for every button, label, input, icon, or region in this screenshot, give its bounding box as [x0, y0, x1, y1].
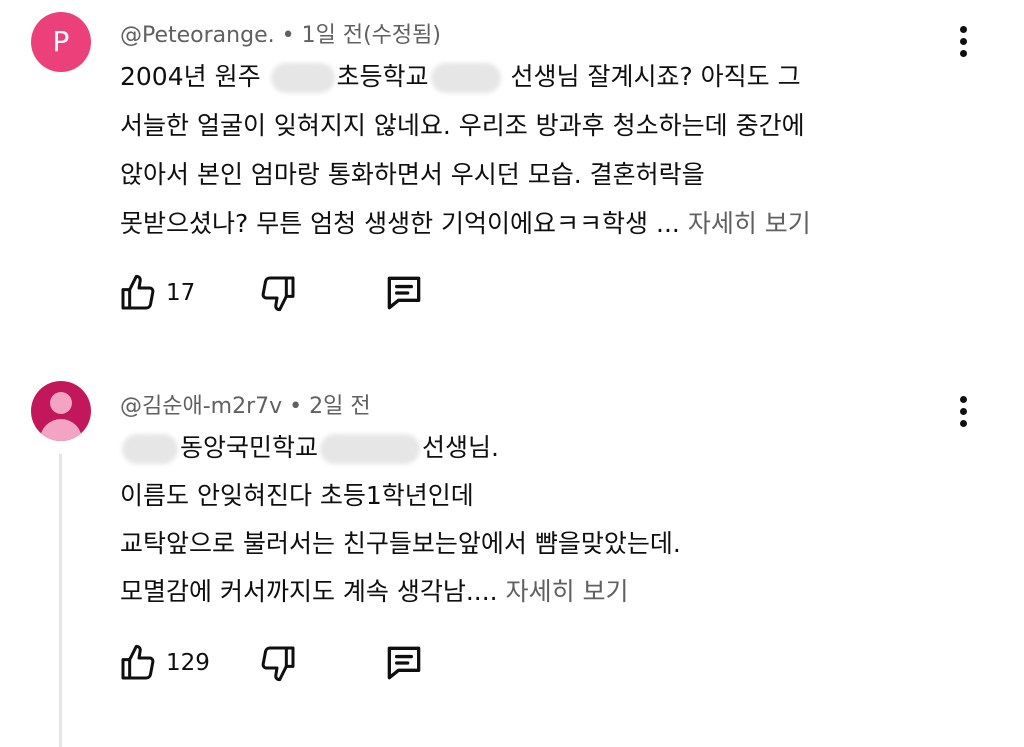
comment-body: 2004년 원주 초등학교 선생님 잘계시죠? 아직도 그 서늘한 얼굴이 잊혀… — [120, 62, 811, 238]
meta-separator: • — [289, 394, 303, 419]
dislike-button[interactable] — [258, 271, 298, 315]
like-count: 17 — [166, 280, 196, 306]
thread-line — [59, 454, 62, 747]
dislike-button[interactable] — [258, 641, 298, 685]
comment-meta: @Peteorange. • 1일 전(수정됨) — [120, 17, 441, 49]
thumbs-down-icon — [261, 276, 295, 312]
comment-body: 동앙국민학교 선생님. 이름도 안잊혀진다 초등1학년인데 교탁앞으로 불러서는 … — [120, 433, 681, 606]
comment-meta: @김순애-m2r7v • 2일 전 — [120, 388, 371, 420]
read-more-link[interactable]: 자세히 보기 — [688, 209, 811, 238]
thumbs-up-icon — [121, 644, 155, 680]
meta-separator: • — [281, 23, 295, 48]
redacted-blur — [270, 63, 335, 93]
avatar[interactable]: P — [31, 12, 91, 72]
thumbs-up-icon — [121, 274, 155, 310]
author-name[interactable]: @김순애-m2r7v — [120, 394, 282, 419]
comment-time: 1일 전(수정됨) — [301, 23, 441, 48]
reply-button[interactable] — [382, 641, 426, 685]
redacted-blur — [320, 434, 421, 464]
comment-time: 2일 전 — [309, 394, 371, 419]
avatar[interactable] — [31, 381, 91, 441]
thumbs-down-icon — [261, 646, 295, 682]
redacted-blur — [122, 434, 178, 464]
reply-comment-icon — [387, 646, 421, 680]
reply-button[interactable] — [382, 271, 426, 315]
read-more-link[interactable]: 자세히 보기 — [506, 577, 629, 606]
redacted-blur — [430, 63, 501, 93]
author-name[interactable]: @Peteorange. — [120, 23, 275, 48]
like-count: 129 — [166, 650, 210, 676]
like-button[interactable]: 129 — [118, 641, 210, 685]
like-button[interactable]: 17 — [118, 271, 195, 315]
reply-comment-icon — [387, 276, 421, 310]
